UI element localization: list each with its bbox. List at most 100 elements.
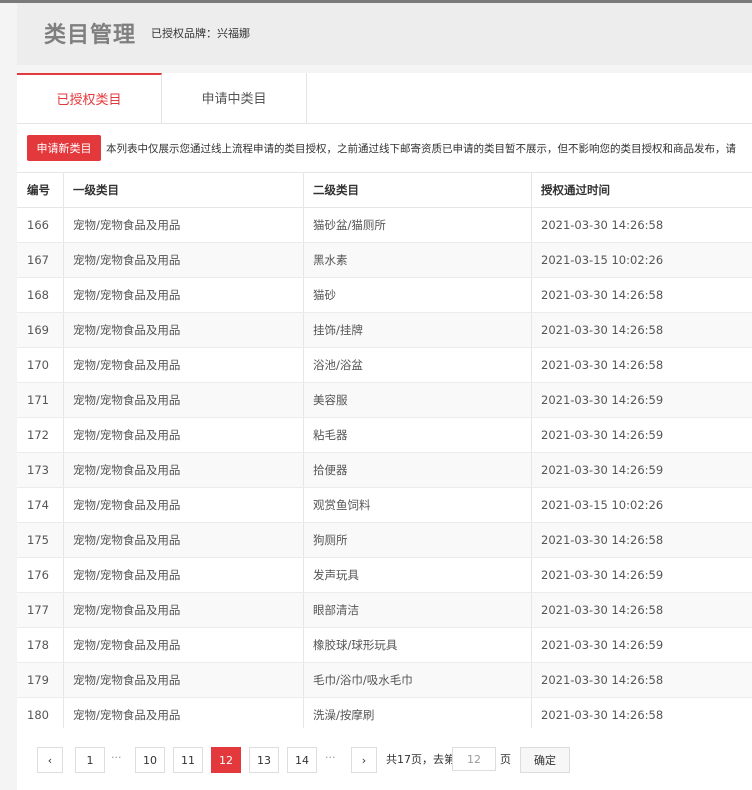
tab-bar: 已授权类目 申请中类目 bbox=[17, 73, 752, 124]
confirm-goto-button[interactable]: 确定 bbox=[520, 747, 570, 773]
cell-primary-category: 宠物/宠物食品及用品 bbox=[63, 277, 304, 313]
notice-text: 本列表中仅展示您通过线上流程申请的类目授权，之前通过线下邮寄资质已申请的类目暂不… bbox=[106, 143, 736, 155]
page-button-current[interactable]: 12 bbox=[211, 747, 241, 773]
table-row: 171 宠物/宠物食品及用品 美容服 2021-03-30 14:26:59 bbox=[17, 382, 752, 418]
table-row: 172 宠物/宠物食品及用品 粘毛器 2021-03-30 14:26:59 bbox=[17, 417, 752, 453]
cell-secondary-category: 猫砂盆/猫厕所 bbox=[303, 207, 532, 243]
cell-approval-time: 2021-03-30 14:26:58 bbox=[531, 277, 752, 313]
cell-approval-time: 2021-03-30 14:26:58 bbox=[531, 207, 752, 243]
pagination-area bbox=[17, 728, 752, 790]
cell-primary-category: 宠物/宠物食品及用品 bbox=[63, 242, 304, 278]
page-unit-label: 页 bbox=[500, 753, 511, 766]
cell-approval-time: 2021-03-30 14:26:59 bbox=[531, 382, 752, 418]
authorized-brand-label: 已授权品牌：兴福娜 bbox=[151, 27, 250, 40]
page-header: 类目管理 已授权品牌：兴福娜 bbox=[17, 3, 752, 65]
cell-approval-time: 2021-03-30 14:26:58 bbox=[531, 662, 752, 698]
table-row: 170 宠物/宠物食品及用品 浴池/浴盆 2021-03-30 14:26:58 bbox=[17, 347, 752, 383]
table-row: 173 宠物/宠物食品及用品 拾便器 2021-03-30 14:26:59 bbox=[17, 452, 752, 488]
cell-approval-time: 2021-03-15 10:02:26 bbox=[531, 487, 752, 523]
cell-secondary-category: 浴池/浴盆 bbox=[303, 347, 532, 383]
column-header-primary-category: 一级类目 bbox=[63, 172, 304, 208]
cell-primary-category: 宠物/宠物食品及用品 bbox=[63, 207, 304, 243]
cell-primary-category: 宠物/宠物食品及用品 bbox=[63, 417, 304, 453]
cell-id: 167 bbox=[17, 242, 64, 278]
cell-secondary-category: 黑水素 bbox=[303, 242, 532, 278]
table-row: 175 宠物/宠物食品及用品 狗厕所 2021-03-30 14:26:58 bbox=[17, 522, 752, 558]
cell-id: 178 bbox=[17, 627, 64, 663]
tab-pending-categories[interactable]: 申请中类目 bbox=[162, 73, 307, 123]
cell-primary-category: 宠物/宠物食品及用品 bbox=[63, 662, 304, 698]
cell-primary-category: 宠物/宠物食品及用品 bbox=[63, 592, 304, 628]
cell-primary-category: 宠物/宠物食品及用品 bbox=[63, 627, 304, 663]
table-row: 178 宠物/宠物食品及用品 橡胶球/球形玩具 2021-03-30 14:26:59 bbox=[17, 627, 752, 663]
cell-primary-category: 宠物/宠物食品及用品 bbox=[63, 312, 304, 348]
cell-secondary-category: 橡胶球/球形玩具 bbox=[303, 627, 532, 663]
cell-approval-time: 2021-03-30 14:26:58 bbox=[531, 347, 752, 383]
cell-secondary-category: 发声玩具 bbox=[303, 557, 532, 593]
cell-secondary-category: 挂饰/挂牌 bbox=[303, 312, 532, 348]
cell-id: 174 bbox=[17, 487, 64, 523]
cell-secondary-category: 观赏鱼饲料 bbox=[303, 487, 532, 523]
table-row: 177 宠物/宠物食品及用品 眼部清洁 2021-03-30 14:26:58 bbox=[17, 592, 752, 628]
cell-primary-category: 宠物/宠物食品及用品 bbox=[63, 522, 304, 558]
page-button-10[interactable]: 10 bbox=[135, 747, 165, 773]
cell-primary-category: 宠物/宠物食品及用品 bbox=[63, 557, 304, 593]
cell-secondary-category: 狗厕所 bbox=[303, 522, 532, 558]
category-table: 编号 一级类目 二级类目 授权通过时间 166 宠物/宠物食品及用品 猫砂盆/猫厕所… bbox=[17, 172, 752, 733]
cell-secondary-category: 猫砂 bbox=[303, 277, 532, 313]
cell-id: 176 bbox=[17, 557, 64, 593]
cell-approval-time: 2021-03-30 14:26:58 bbox=[531, 592, 752, 628]
cell-id: 169 bbox=[17, 312, 64, 348]
table-row: 176 宠物/宠物食品及用品 发声玩具 2021-03-30 14:26:59 bbox=[17, 557, 752, 593]
cell-secondary-category: 粘毛器 bbox=[303, 417, 532, 453]
page-button-14[interactable]: 14 bbox=[287, 747, 317, 773]
main-panel: 已授权类目 申请中类目 申请新类目 本列表中仅展示您通过线上流程申请的类目授权，… bbox=[17, 73, 752, 790]
cell-id: 171 bbox=[17, 382, 64, 418]
cell-secondary-category: 毛巾/浴巾/吸水毛巾 bbox=[303, 662, 532, 698]
total-pages-text: 共17页，去第 bbox=[386, 753, 455, 766]
toolbar: 申请新类目 本列表中仅展示您通过线上流程申请的类目授权，之前通过线下邮寄资质已申… bbox=[27, 135, 752, 163]
table-row: 167 宠物/宠物食品及用品 黑水素 2021-03-15 10:02:26 bbox=[17, 242, 752, 278]
cell-id: 173 bbox=[17, 452, 64, 488]
cell-primary-category: 宠物/宠物食品及用品 bbox=[63, 452, 304, 488]
cell-id: 177 bbox=[17, 592, 64, 628]
apply-new-category-button[interactable]: 申请新类目 bbox=[27, 135, 101, 161]
cell-approval-time: 2021-03-30 14:26:59 bbox=[531, 452, 752, 488]
cell-approval-time: 2021-03-30 14:26:58 bbox=[531, 312, 752, 348]
pagination-ellipsis: ··· bbox=[325, 751, 336, 764]
column-header-secondary-category: 二级类目 bbox=[303, 172, 532, 208]
table-row: 166 宠物/宠物食品及用品 猫砂盆/猫厕所 2021-03-30 14:26:58 bbox=[17, 207, 752, 243]
pagination-ellipsis: ··· bbox=[111, 751, 122, 764]
table-body: 166 宠物/宠物食品及用品 猫砂盆/猫厕所 2021-03-30 14:26:58 1… bbox=[17, 207, 752, 733]
cell-id: 168 bbox=[17, 277, 64, 313]
cell-primary-category: 宠物/宠物食品及用品 bbox=[63, 347, 304, 383]
table-row: 168 宠物/宠物食品及用品 猫砂 2021-03-30 14:26:58 bbox=[17, 277, 752, 313]
cell-id: 172 bbox=[17, 417, 64, 453]
cell-approval-time: 2021-03-15 10:02:26 bbox=[531, 242, 752, 278]
column-header-approval-time: 授权通过时间 bbox=[531, 172, 752, 208]
cell-secondary-category: 拾便器 bbox=[303, 452, 532, 488]
cell-approval-time: 2021-03-30 14:26:58 bbox=[531, 522, 752, 558]
cell-id: 170 bbox=[17, 347, 64, 383]
column-header-id: 编号 bbox=[17, 172, 64, 208]
next-page-icon[interactable]: › bbox=[351, 747, 377, 773]
cell-secondary-category: 美容服 bbox=[303, 382, 532, 418]
table-row: 174 宠物/宠物食品及用品 观赏鱼饲料 2021-03-15 10:02:26 bbox=[17, 487, 752, 523]
cell-id: 166 bbox=[17, 207, 64, 243]
table-row: 179 宠物/宠物食品及用品 毛巾/浴巾/吸水毛巾 2021-03-30 14:26:… bbox=[17, 662, 752, 698]
cell-approval-time: 2021-03-30 14:26:59 bbox=[531, 417, 752, 453]
table-row: 169 宠物/宠物食品及用品 挂饰/挂牌 2021-03-30 14:26:58 bbox=[17, 312, 752, 348]
goto-page-input[interactable] bbox=[452, 747, 496, 771]
cell-primary-category: 宠物/宠物食品及用品 bbox=[63, 382, 304, 418]
page-button-11[interactable]: 11 bbox=[173, 747, 203, 773]
page-button-1[interactable]: 1 bbox=[75, 747, 105, 773]
cell-approval-time: 2021-03-30 14:26:59 bbox=[531, 557, 752, 593]
cell-approval-time: 2021-03-30 14:26:59 bbox=[531, 627, 752, 663]
cell-id: 179 bbox=[17, 662, 64, 698]
cell-secondary-category: 眼部清洁 bbox=[303, 592, 532, 628]
tab-authorized-categories[interactable]: 已授权类目 bbox=[17, 73, 162, 123]
page-button-13[interactable]: 13 bbox=[249, 747, 279, 773]
table-header-row: 编号 一级类目 二级类目 授权通过时间 bbox=[17, 172, 752, 208]
prev-page-icon[interactable]: ‹ bbox=[37, 747, 63, 773]
cell-primary-category: 宠物/宠物食品及用品 bbox=[63, 487, 304, 523]
